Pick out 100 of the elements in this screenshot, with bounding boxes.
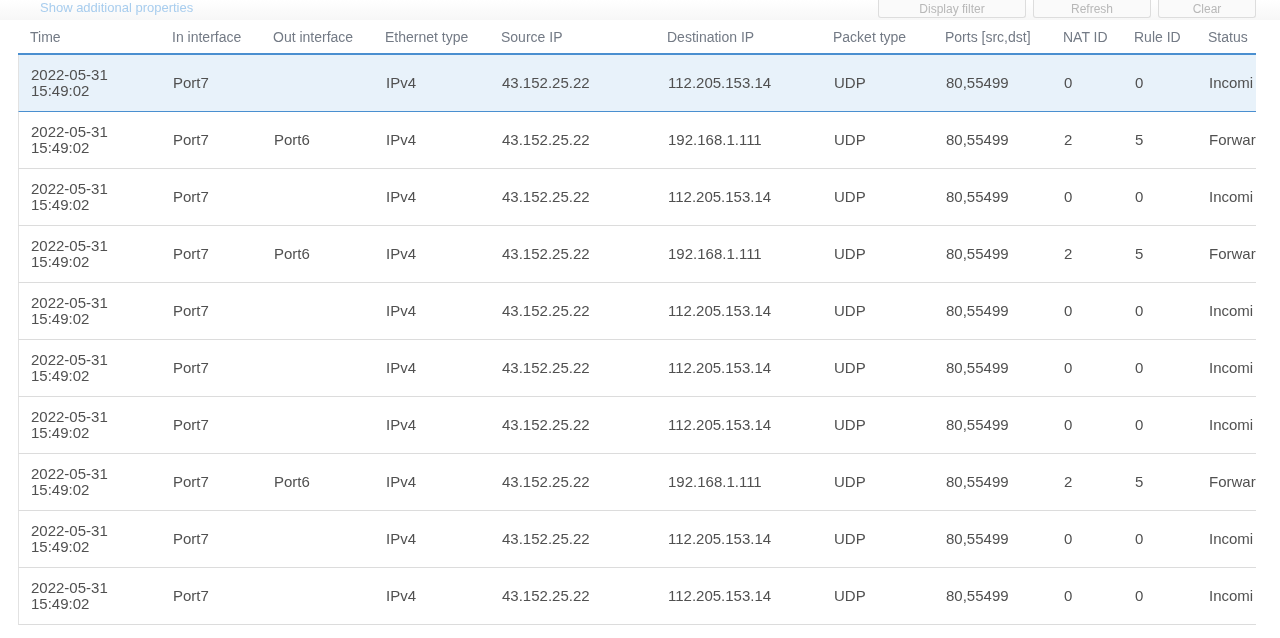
table-cell-text: 2022-05-31 15:49:02 xyxy=(30,124,109,156)
table-cell-text: 80,55499 xyxy=(946,75,1010,91)
table-cell-text: IPv4 xyxy=(386,360,417,376)
column-header: Rule ID xyxy=(1134,28,1182,45)
table-cell-text: Incomi xyxy=(1209,360,1255,376)
table-row[interactable]: 2022-05-31 15:49:02 Port7 Port6 IPv4 43.152.25.22 192.168.1.111 UDP 80,55499 2 5 Forwar xyxy=(18,112,1256,169)
table-cell-text: 0 xyxy=(1064,417,1074,433)
table-cell-text: 5 xyxy=(1135,132,1145,148)
column-header: Source IP xyxy=(501,28,564,45)
table-cell-text: Incomi xyxy=(1209,303,1255,319)
table-cell-text: 0 xyxy=(1064,303,1074,319)
table-cell-text: Port7 xyxy=(173,132,210,148)
table-cell-text: 80,55499 xyxy=(946,531,1010,547)
table-cell: Forwar xyxy=(1209,132,1257,148)
table-cell-text: 0 xyxy=(1135,303,1145,319)
table-cell-text: Incomi xyxy=(1209,588,1255,604)
table-cell-text: 0 xyxy=(1064,75,1074,91)
table-cell-text: 80,55499 xyxy=(946,303,1010,319)
table-cell-text: 2 xyxy=(1064,246,1074,262)
table-cell-text: 112.205.153.14 xyxy=(668,189,773,205)
table-cell-text: 112.205.153.14 xyxy=(668,588,773,604)
table-cell-text: UDP xyxy=(834,588,867,604)
table-cell-text: 0 xyxy=(1135,531,1145,547)
table-cell-text: IPv4 xyxy=(386,303,417,319)
table-cell-text: 80,55499 xyxy=(946,132,1010,148)
table-cell-text: 112.205.153.14 xyxy=(668,303,773,319)
table-cell-text: 43.152.25.22 xyxy=(502,246,591,262)
table-cell-text: 43.152.25.22 xyxy=(502,588,591,604)
column-header: Ethernet type xyxy=(385,28,470,45)
table-cell-text: Port7 xyxy=(173,303,210,319)
table-cell-text: 2022-05-31 15:49:02 xyxy=(30,580,109,612)
column-header: Status xyxy=(1208,28,1249,45)
table-cell-text: UDP xyxy=(834,474,867,490)
table-row[interactable]: 2022-05-31 15:49:02 Port7 Port6 IPv4 43.152.25.22 192.168.1.111 UDP 80,55499 2 5 Forwar xyxy=(18,454,1256,511)
table-cell-text: UDP xyxy=(834,531,867,547)
table-cell-text: 2022-05-31 15:49:02 xyxy=(30,67,109,99)
table-row[interactable]: 2022-05-31 15:49:02 Port7 IPv4 43.152.25.22 112.205.153.14 UDP 80,55499 0 0 Incomi xyxy=(18,283,1256,340)
table-cell-text: Port7 xyxy=(173,531,210,547)
table-cell-text: 0 xyxy=(1135,189,1145,205)
table-cell-text: 80,55499 xyxy=(946,360,1010,376)
table-cell-text: 2022-05-31 15:49:02 xyxy=(30,466,109,498)
table-cell-text: 112.205.153.14 xyxy=(668,417,773,433)
table-cell-text: 112.205.153.14 xyxy=(668,360,773,376)
table-cell-text: UDP xyxy=(834,189,867,205)
table-cell-text: 80,55499 xyxy=(946,189,1010,205)
column-header: Packet type xyxy=(833,28,908,45)
table-cell-text: 2022-05-31 15:49:02 xyxy=(30,409,109,441)
table-cell-text: IPv4 xyxy=(386,588,417,604)
table-row[interactable]: 2022-05-31 15:49:02 Port7 IPv4 43.152.25.22 112.205.153.14 UDP 80,55499 0 0 Incomi xyxy=(18,511,1256,568)
column-header: NAT ID xyxy=(1063,28,1109,45)
table-cell-text: 2 xyxy=(1064,132,1074,148)
table-row[interactable]: 2022-05-31 15:49:02 Port7 IPv4 43.152.25.22 112.205.153.14 UDP 80,55499 0 0 Incomi xyxy=(18,340,1256,397)
table-cell-text: 5 xyxy=(1135,246,1145,262)
table-cell: Forwar xyxy=(1209,474,1257,490)
table-cell-text: 43.152.25.22 xyxy=(502,189,591,205)
table-cell-text: 43.152.25.22 xyxy=(502,474,591,490)
table-cell-text: UDP xyxy=(834,303,867,319)
table-cell-text: 2022-05-31 15:49:02 xyxy=(30,181,109,213)
table-cell-text: 2022-05-31 15:49:02 xyxy=(30,352,109,384)
column-header: Out interface xyxy=(273,28,355,45)
table-cell-text: IPv4 xyxy=(386,132,417,148)
table-cell-text: Port7 xyxy=(173,474,210,490)
table-cell-text: Port7 xyxy=(173,360,210,376)
table-cell-text: UDP xyxy=(834,417,867,433)
table-cell-text: 0 xyxy=(1135,75,1145,91)
table-row[interactable]: 2022-05-31 15:49:02 Port7 Port6 IPv4 43.152.25.22 192.168.1.111 UDP 80,55499 2 5 Forwar xyxy=(18,226,1256,283)
table-cell-text: Port7 xyxy=(173,246,210,262)
table-cell-text: 112.205.153.14 xyxy=(668,75,773,91)
table-cell-text: 43.152.25.22 xyxy=(502,132,591,148)
column-header: Ports [src,dst] xyxy=(945,28,1032,45)
column-header: Destination IP xyxy=(667,28,756,45)
table-cell-text: IPv4 xyxy=(386,417,417,433)
table-row[interactable]: 2022-05-31 15:49:02 Port7 IPv4 43.152.25.22 112.205.153.14 UDP 80,55499 0 0 Incomi xyxy=(18,55,1256,112)
table-cell-text: Incomi xyxy=(1209,531,1255,547)
table-cell-text: Port7 xyxy=(173,75,210,91)
table-cell-text: Port7 xyxy=(173,189,210,205)
table-cell-text: 43.152.25.22 xyxy=(502,75,591,91)
table-cell-text: Port6 xyxy=(274,132,311,148)
table-cell-text: 43.152.25.22 xyxy=(502,417,591,433)
table-cell-text: UDP xyxy=(834,246,867,262)
column-header: Time xyxy=(29,28,62,45)
column-header: In interface xyxy=(172,28,243,45)
table-row[interactable]: 2022-05-31 15:49:02 Port7 IPv4 43.152.25.22 112.205.153.14 UDP 80,55499 0 0 Incomi xyxy=(18,169,1256,226)
table-cell-text: Port6 xyxy=(274,474,311,490)
table-cell-text: 192.168.1.111 xyxy=(668,474,763,490)
table-cell-text: Incomi xyxy=(1209,75,1255,91)
table-row[interactable]: 2022-05-31 15:49:02 Port7 IPv4 43.152.25.22 112.205.153.14 UDP 80,55499 0 0 Incomi xyxy=(18,568,1256,625)
table-cell-text: 80,55499 xyxy=(946,588,1010,604)
table-cell-text: 43.152.25.22 xyxy=(502,531,591,547)
table-cell-text: 2022-05-31 15:49:02 xyxy=(30,295,109,327)
table-cell-text: 0 xyxy=(1064,588,1074,604)
table-cell-text: 112.205.153.14 xyxy=(668,531,773,547)
table-cell-text: IPv4 xyxy=(386,75,417,91)
table-cell-text: 2022-05-31 15:49:02 xyxy=(30,238,109,270)
table-cell-text: 0 xyxy=(1064,189,1074,205)
table-cell-text: 80,55499 xyxy=(946,246,1010,262)
table-cell-text: 5 xyxy=(1135,474,1145,490)
table-row[interactable]: 2022-05-31 15:49:02 Port7 IPv4 43.152.25.22 112.205.153.14 UDP 80,55499 0 0 Incomi xyxy=(18,397,1256,454)
table-cell-text: UDP xyxy=(834,360,867,376)
table-cell-text: 192.168.1.111 xyxy=(668,132,763,148)
